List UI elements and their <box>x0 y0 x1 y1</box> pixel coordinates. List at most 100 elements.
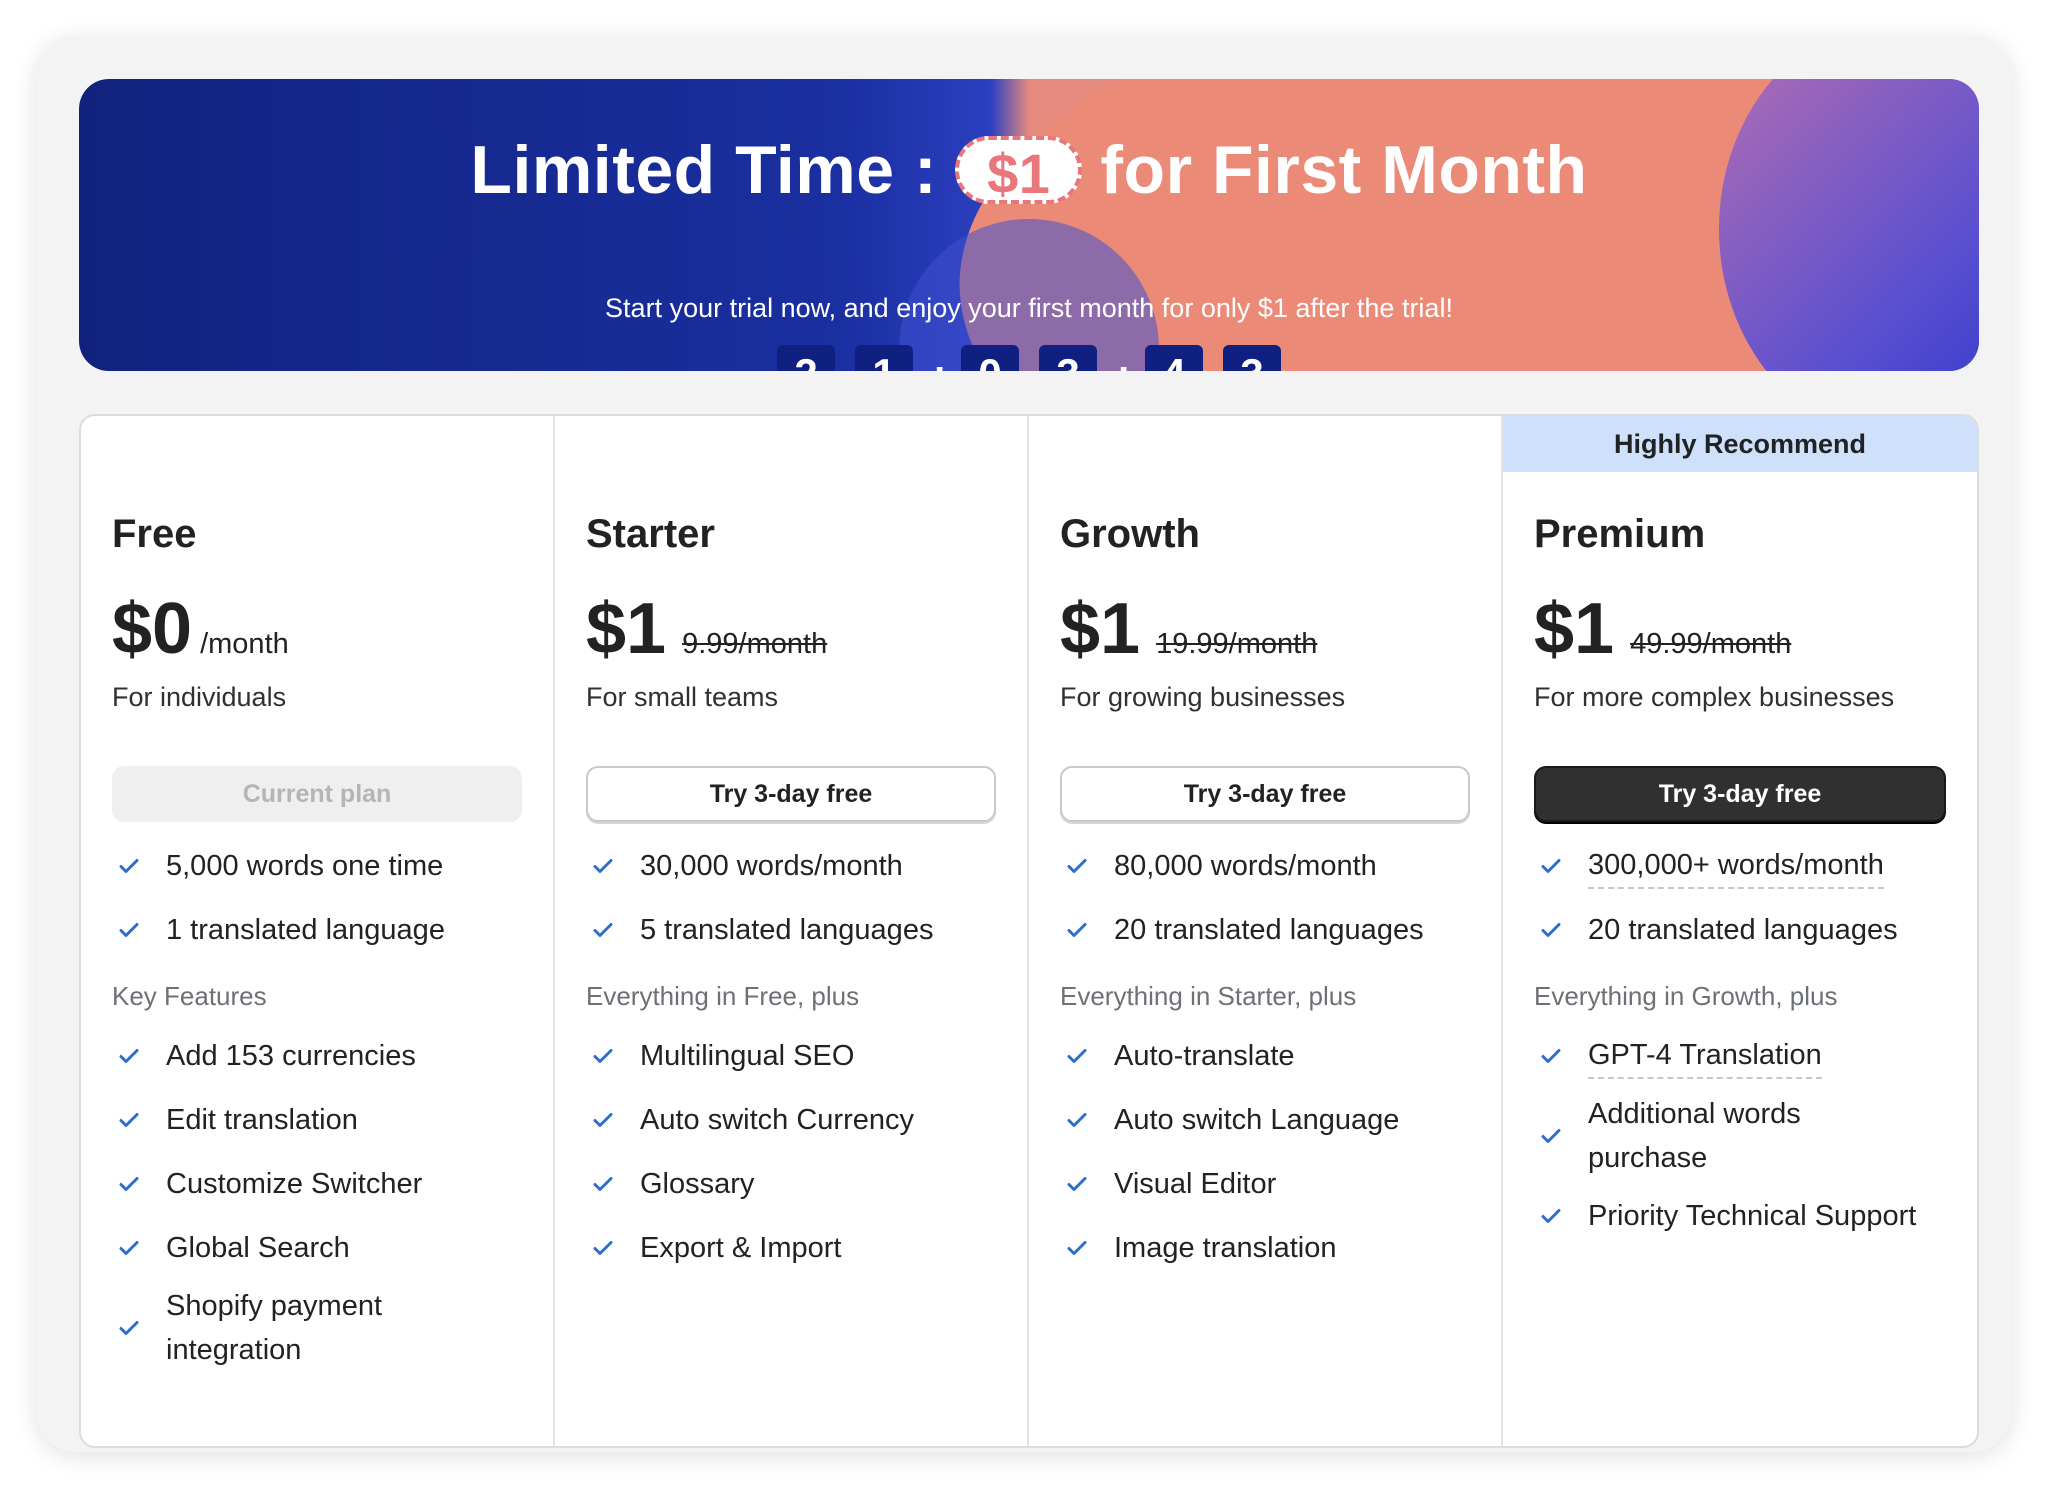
check-icon <box>116 853 142 879</box>
feature-text: Global Search <box>166 1232 350 1264</box>
feature-list: 80,000 words/month 20 translated languag… <box>1060 834 1481 1280</box>
recommend-ribbon: Highly Recommend <box>1503 416 1977 472</box>
price-row: $1 19.99/month <box>1060 588 1317 670</box>
check-icon <box>1538 1203 1564 1229</box>
feature-item: Edit translation <box>112 1088 533 1152</box>
try-free-button[interactable]: Try 3-day free <box>586 766 996 822</box>
countdown-digit: 1 <box>855 345 913 371</box>
countdown-separator: : <box>1117 352 1130 372</box>
check-icon <box>116 1043 142 1069</box>
feature-item: 20 translated languages <box>1060 898 1481 962</box>
banner-subtitle: Start your trial now, and enjoy your fir… <box>605 293 1453 323</box>
plan-premium: Highly Recommend Premium $1 49.99/month … <box>1503 416 1977 1446</box>
banner-decor <box>1719 79 1979 371</box>
check-icon <box>1064 917 1090 943</box>
plan-name: Free <box>112 512 197 556</box>
check-icon <box>116 917 142 943</box>
banner-title: Limited Time : $1 for First Month <box>79 131 1979 209</box>
banner-title-suffix: for First Month <box>1100 132 1588 208</box>
try-free-button[interactable]: Try 3-day free <box>1534 766 1946 822</box>
plan-name: Premium <box>1534 512 1706 556</box>
current-plan-button[interactable]: Current plan <box>112 766 522 822</box>
feature-item: 5 translated languages <box>586 898 1007 962</box>
countdown-timer: 2 1 : 0 3 : 4 3 <box>79 345 1979 371</box>
check-icon <box>590 1107 616 1133</box>
check-icon <box>1538 853 1564 879</box>
feature-text: Export & Import <box>640 1232 842 1264</box>
check-icon <box>1064 1107 1090 1133</box>
plan-starter: Starter $1 9.99/month For small teams Tr… <box>555 416 1029 1446</box>
feature-item: Global Search <box>112 1216 533 1280</box>
price-badge: $1 <box>955 136 1083 205</box>
price-row: $1 49.99/month <box>1534 588 1791 670</box>
feature-item: Export & Import <box>586 1216 1007 1280</box>
original-price: 9.99/month <box>682 628 828 660</box>
plan-price: $1 <box>586 589 667 669</box>
check-icon <box>590 917 616 943</box>
feature-item: 300,000+ words/month <box>1534 834 1957 898</box>
feature-text: Additional words purchase <box>1588 1098 1801 1174</box>
check-icon <box>590 1235 616 1261</box>
feature-text: 5,000 words one time <box>166 850 444 882</box>
feature-item: Add 153 currencies <box>112 1024 533 1088</box>
promo-banner: Limited Time : $1 for First Month Start … <box>79 79 1979 371</box>
feature-group-label: Key Features <box>112 980 267 1011</box>
feature-item: Additional words purchase <box>1534 1088 1957 1184</box>
plans-grid: Free $0 /month For individuals Current p… <box>79 414 1979 1448</box>
check-icon <box>1064 853 1090 879</box>
feature-text: 20 translated languages <box>1588 914 1898 946</box>
feature-text: 1 translated language <box>166 914 445 946</box>
check-icon <box>1538 1043 1564 1069</box>
feature-text[interactable]: GPT-4 Translation <box>1588 1033 1822 1079</box>
plan-tagline: For more complex businesses <box>1534 682 1895 712</box>
feature-text: 5 translated languages <box>640 914 934 946</box>
feature-item: 20 translated languages <box>1534 898 1957 962</box>
check-icon <box>1538 1123 1564 1149</box>
countdown-digit: 0 <box>961 345 1019 371</box>
feature-text: Auto switch Currency <box>640 1104 914 1136</box>
feature-item: Auto switch Language <box>1060 1088 1481 1152</box>
feature-item: GPT-4 Translation <box>1534 1024 1957 1088</box>
check-icon <box>116 1107 142 1133</box>
feature-text: Multilingual SEO <box>640 1040 855 1072</box>
feature-group-label: Everything in Growth, plus <box>1534 980 1838 1011</box>
plan-period: /month <box>200 628 289 660</box>
plan-price: $1 <box>1060 589 1141 669</box>
feature-item: Shopify payment integration <box>112 1280 533 1376</box>
check-icon <box>1064 1043 1090 1069</box>
feature-item: 1 translated language <box>112 898 533 962</box>
check-icon <box>1064 1171 1090 1197</box>
check-icon <box>590 853 616 879</box>
check-icon <box>116 1235 142 1261</box>
original-price: 49.99/month <box>1630 628 1792 660</box>
countdown-separator: : <box>933 352 946 372</box>
feature-text: Visual Editor <box>1114 1168 1277 1200</box>
plan-name: Starter <box>586 512 715 556</box>
check-icon <box>116 1171 142 1197</box>
feature-text: Auto-translate <box>1114 1040 1295 1072</box>
plan-free: Free $0 /month For individuals Current p… <box>81 416 555 1446</box>
check-icon <box>590 1043 616 1069</box>
feature-text: Image translation <box>1114 1232 1337 1264</box>
check-icon <box>116 1315 142 1341</box>
feature-list: 5,000 words one time 1 translated langua… <box>112 834 533 1376</box>
feature-group-label: Everything in Starter, plus <box>1060 980 1357 1011</box>
check-icon <box>590 1171 616 1197</box>
plan-tagline: For small teams <box>586 682 779 712</box>
feature-text: 30,000 words/month <box>640 850 903 882</box>
feature-item: Glossary <box>586 1152 1007 1216</box>
check-icon <box>1064 1235 1090 1261</box>
feature-text[interactable]: 300,000+ words/month <box>1588 843 1884 889</box>
feature-text: Glossary <box>640 1168 755 1200</box>
feature-item: Image translation <box>1060 1216 1481 1280</box>
feature-item: Multilingual SEO <box>586 1024 1007 1088</box>
feature-list: 30,000 words/month 5 translated language… <box>586 834 1007 1280</box>
plan-price: $1 <box>1534 589 1615 669</box>
countdown-digit: 3 <box>1039 345 1097 371</box>
try-free-button[interactable]: Try 3-day free <box>1060 766 1470 822</box>
plan-tagline: For growing businesses <box>1060 682 1346 712</box>
feature-text: Customize Switcher <box>166 1168 423 1200</box>
feature-item: Visual Editor <box>1060 1152 1481 1216</box>
plan-name: Growth <box>1060 512 1200 556</box>
feature-item: Priority Technical Support <box>1534 1184 1957 1248</box>
